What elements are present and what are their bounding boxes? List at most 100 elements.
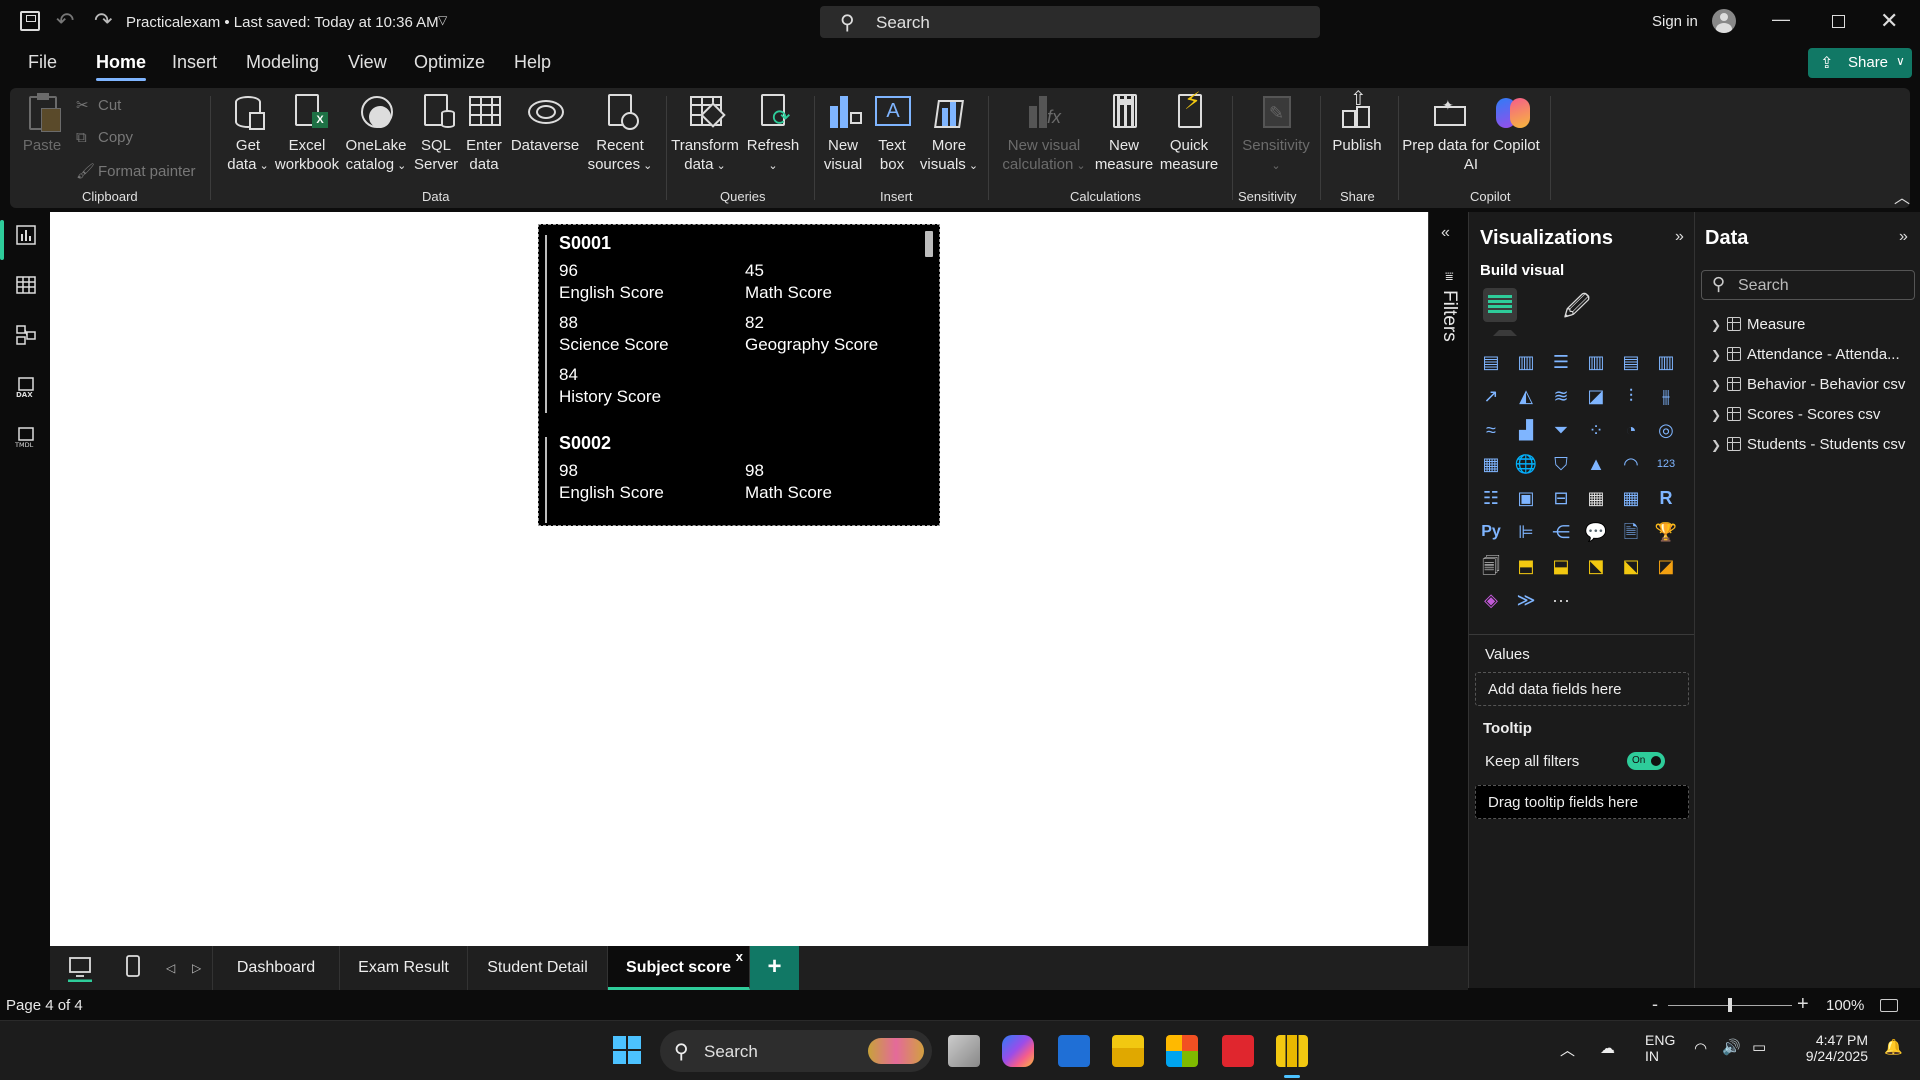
onelake-catalog-button[interactable]: OneLake catalog ⌄ xyxy=(344,92,408,176)
transform-data-button[interactable]: Transform data ⌄ xyxy=(670,92,740,176)
goals-trophy-icon[interactable]: 🏆 xyxy=(1654,520,1678,544)
table-view-icon[interactable] xyxy=(14,274,38,302)
funnel-chart-icon[interactable]: ⏷ xyxy=(1549,418,1573,442)
windows-start-icon[interactable] xyxy=(612,1035,642,1065)
menu-home[interactable]: Home xyxy=(96,52,147,81)
table-item-students[interactable]: ❯ Students - Students csv xyxy=(1711,436,1915,460)
donut-chart-icon[interactable]: ◎ xyxy=(1654,418,1678,442)
multi-row-card-icon[interactable]: ☷ xyxy=(1479,486,1503,510)
decomposition-tree-icon[interactable]: ⋲ xyxy=(1549,520,1573,544)
table-item-behavior[interactable]: ❯ Behavior - Behavior csv xyxy=(1711,376,1915,400)
line-clustered-column-chart-icon[interactable]: ⫵ xyxy=(1654,384,1678,408)
save-icon[interactable] xyxy=(20,11,40,31)
app-icon[interactable] xyxy=(1058,1035,1090,1067)
close-tab-icon[interactable]: x xyxy=(736,949,743,964)
fit-to-page-icon[interactable] xyxy=(1880,999,1898,1012)
new-visual-calculation-button[interactable]: fx New visual calculation ⌄ xyxy=(996,92,1092,176)
notifications-icon[interactable]: 🔔 xyxy=(1884,1038,1903,1056)
sql-server-button[interactable]: SQL Server xyxy=(414,92,458,174)
sensitivity-button[interactable]: ✎ Sensitivity ⌄ xyxy=(1236,92,1316,176)
wps-office-icon[interactable] xyxy=(1222,1035,1254,1067)
desktop-layout-icon[interactable] xyxy=(66,954,94,983)
waterfall-chart-icon[interactable]: ▟ xyxy=(1514,418,1538,442)
100-stacked-bar-chart-icon[interactable]: ▤ xyxy=(1619,350,1643,374)
kpi-icon[interactable]: ▣ xyxy=(1514,486,1538,510)
100-stacked-area-chart-icon[interactable]: ◪ xyxy=(1584,384,1608,408)
tmdl-view-icon[interactable]: TMDL xyxy=(14,426,38,454)
stacked-area-chart-icon[interactable]: ≋ xyxy=(1549,384,1573,408)
taskbar-search-box[interactable]: ⚲ Search xyxy=(660,1030,932,1072)
excel-workbook-button[interactable]: X Excel workbook xyxy=(272,92,342,174)
power-bi-icon[interactable] xyxy=(1276,1035,1308,1067)
prep-data-copilot-button[interactable]: ✦ Prep data for Copilot AI xyxy=(1400,92,1542,174)
collapse-pane-icon[interactable]: » xyxy=(1675,228,1684,246)
filters-pane-collapsed[interactable]: « ⩸ Filters xyxy=(1428,212,1468,946)
menu-file[interactable]: File xyxy=(28,52,57,73)
zoom-level[interactable]: 100% xyxy=(1826,997,1864,1014)
tab-dashboard[interactable]: Dashboard xyxy=(212,946,340,990)
visual-scrollbar[interactable] xyxy=(925,231,933,257)
battery-icon[interactable]: ▭ xyxy=(1752,1038,1766,1056)
custom-visual-icon[interactable]: ⬕ xyxy=(1619,554,1643,578)
text-box-button[interactable]: A Text box xyxy=(870,92,914,174)
format-visual-tab-icon[interactable]: 🖉 xyxy=(1563,288,1591,332)
table-item-attendance[interactable]: ❯ Attendance - Attenda... xyxy=(1711,346,1915,370)
minimize-icon[interactable]: — xyxy=(1772,9,1790,30)
report-view-icon[interactable] xyxy=(14,224,38,252)
area-chart-icon[interactable]: ◭ xyxy=(1514,384,1538,408)
stacked-column-chart-icon[interactable]: ▥ xyxy=(1514,350,1538,374)
sign-in-link[interactable]: Sign in xyxy=(1652,13,1698,30)
zoom-slider-thumb[interactable] xyxy=(1728,998,1732,1012)
copilot-app-icon[interactable] xyxy=(1002,1035,1034,1067)
qa-visual-icon[interactable]: 💬 xyxy=(1584,520,1608,544)
paste-button[interactable]: Paste xyxy=(18,92,66,155)
filters-label[interactable]: Filters xyxy=(1438,290,1460,342)
new-visual-button[interactable]: New visual xyxy=(818,92,868,174)
gauge-icon[interactable]: ◠ xyxy=(1619,452,1643,476)
clustered-bar-chart-icon[interactable]: ☰ xyxy=(1549,350,1573,374)
power-apps-icon[interactable]: ⬒ xyxy=(1514,554,1538,578)
pie-chart-icon[interactable]: ◔ xyxy=(1619,418,1643,442)
menu-view[interactable]: View xyxy=(348,52,387,73)
treemap-icon[interactable]: ▦ xyxy=(1479,452,1503,476)
mobile-layout-icon[interactable] xyxy=(124,954,142,980)
onedrive-icon[interactable]: ☁ xyxy=(1600,1039,1615,1057)
zoom-in-icon[interactable]: + xyxy=(1797,993,1809,1016)
file-explorer-icon[interactable] xyxy=(1112,1035,1144,1067)
more-options-icon[interactable]: ··· xyxy=(1549,588,1573,612)
close-icon[interactable]: ✕ xyxy=(1880,8,1898,34)
tooltip-fields-well[interactable]: Drag tooltip fields here xyxy=(1475,785,1689,819)
100-stacked-column-chart-icon[interactable]: ▥ xyxy=(1654,350,1678,374)
dataverse-button[interactable]: Dataverse xyxy=(510,92,580,155)
undo-icon[interactable]: ↶ xyxy=(56,8,74,34)
previous-page-icon[interactable]: ◁ xyxy=(166,961,175,975)
add-page-button[interactable]: + xyxy=(750,946,799,990)
power-automate-icon[interactable]: ⬓ xyxy=(1549,554,1573,578)
share-button[interactable]: ⇪ Share ∨ xyxy=(1808,48,1912,78)
model-view-icon[interactable] xyxy=(14,324,38,352)
format-painter-button[interactable]: 🖌 Format painter xyxy=(76,162,196,180)
menu-optimize[interactable]: Optimize xyxy=(414,52,485,73)
r-script-visual-icon[interactable]: R xyxy=(1654,486,1678,510)
menu-modeling[interactable]: Modeling xyxy=(246,52,319,73)
python-visual-icon[interactable]: Py xyxy=(1479,520,1503,544)
map-icon[interactable]: 🌐 xyxy=(1514,452,1538,476)
redo-icon[interactable]: ↷ xyxy=(94,8,112,34)
build-visual-tab-icon[interactable] xyxy=(1483,288,1517,336)
next-page-icon[interactable]: ▷ xyxy=(192,961,201,975)
publish-button[interactable]: ⇧ Publish xyxy=(1322,89,1392,155)
clock[interactable]: 4:47 PM 9/24/2025 xyxy=(1794,1032,1868,1064)
new-measure-button[interactable]: New measure xyxy=(1094,92,1154,174)
table-item-measure[interactable]: ❯ Measure xyxy=(1711,316,1915,340)
global-search-box[interactable]: ⚲ Search xyxy=(820,6,1320,38)
line-stacked-column-chart-icon[interactable]: ⫶ xyxy=(1619,384,1643,408)
stacked-bar-chart-icon[interactable]: ▤ xyxy=(1479,350,1503,374)
file-menu-chevron-icon[interactable]: ▽ xyxy=(438,13,447,27)
scatter-chart-icon[interactable]: ⁘ xyxy=(1584,418,1608,442)
clustered-column-chart-icon[interactable]: ▥ xyxy=(1584,350,1608,374)
file-title[interactable]: Practicalexam • Last saved: Today at 10:… xyxy=(126,14,439,31)
collapse-data-pane-icon[interactable]: » xyxy=(1899,228,1908,246)
task-view-icon[interactable] xyxy=(948,1035,980,1067)
table-visual-icon[interactable]: ▦ xyxy=(1584,486,1608,510)
tab-subject-score[interactable]: Subject score x xyxy=(608,946,750,990)
